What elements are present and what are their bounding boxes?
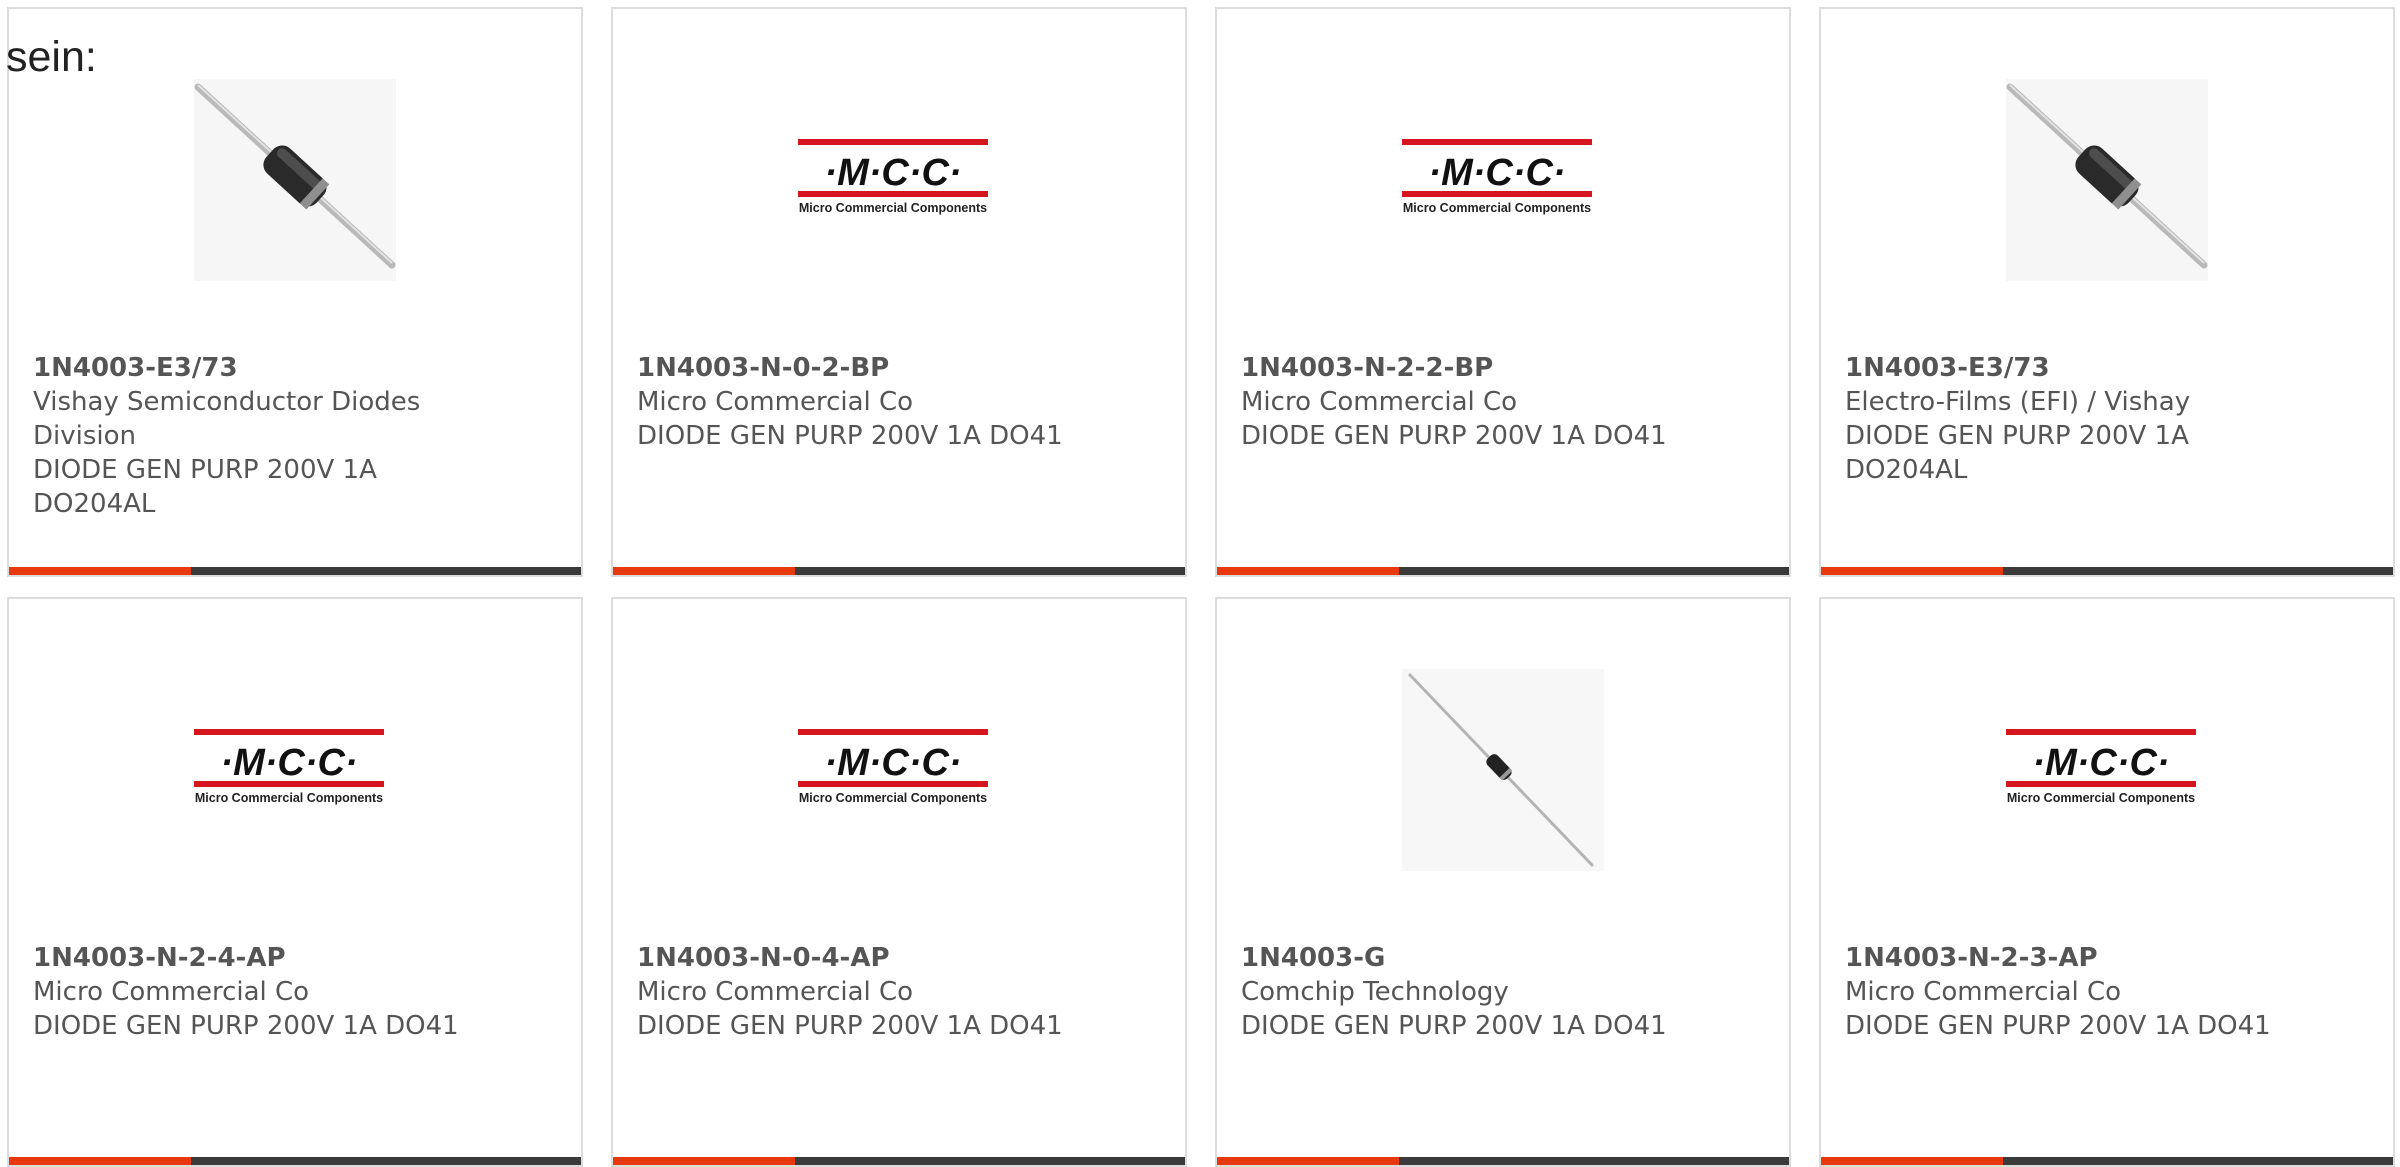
mcc-logo-image[interactable]: ·M·C·C· Micro Commercial Components — [798, 79, 1000, 281]
product-description: DIODE GEN PURP 200V 1A DO41 — [1845, 1011, 2271, 1041]
card-bottom-bar — [613, 567, 1185, 575]
card-accent-bar — [1821, 567, 2003, 575]
mcc-logo-tagline: Micro Commercial Components — [799, 201, 987, 215]
mcc-logo-tagline: Micro Commercial Components — [799, 791, 987, 805]
card-accent-bar — [1217, 567, 1399, 575]
manufacturer-name: Micro Commercial Co — [637, 387, 914, 417]
part-number-link[interactable]: 1N4003-N-2-4-AP — [33, 941, 557, 975]
mcc-logo-mark: ·M·C·C· — [1428, 152, 1565, 194]
mcc-logo-image[interactable]: ·M·C·C· Micro Commercial Components — [194, 669, 396, 871]
card-bottom-bar — [1217, 1157, 1789, 1165]
card-accent-bar — [9, 1157, 191, 1165]
product-card[interactable]: ·M·C·C· Micro Commercial Components 1N40… — [7, 597, 583, 1167]
mcc-logo-image[interactable]: ·M·C·C· Micro Commercial Components — [798, 669, 1000, 871]
mcc-logo-image[interactable]: ·M·C·C· Micro Commercial Components — [2006, 669, 2208, 871]
card-accent-bar — [9, 567, 191, 575]
mcc-logo-tagline: Micro Commercial Components — [195, 791, 383, 805]
card-accent-bar — [1217, 1157, 1399, 1165]
product-info: 1N4003-E3/73 Vishay Semiconductor Diodes… — [33, 351, 557, 521]
product-description: DIODE GEN PURP 200V 1A DO41 — [1241, 421, 1667, 451]
mcc-logo-mark: ·M·C·C· — [2032, 742, 2169, 784]
mcc-logo-mark: ·M·C·C· — [220, 742, 357, 784]
mcc-logo-tagline: Micro Commercial Components — [1403, 201, 1591, 215]
card-accent-bar — [613, 567, 795, 575]
product-description: DIODE GEN PURP 200V 1A DO41 — [637, 421, 1063, 451]
intro-text: sein: — [6, 33, 97, 81]
diode-image[interactable] — [1402, 669, 1604, 871]
card-bottom-bar — [9, 567, 581, 575]
product-card[interactable]: ·M·C·C· Micro Commercial Components 1N40… — [1819, 597, 2395, 1167]
card-accent-bar — [613, 1157, 795, 1165]
product-info: 1N4003-E3/73 Electro-Films (EFI) / Visha… — [1845, 351, 2369, 487]
mcc-logo-mark: ·M·C·C· — [824, 742, 961, 784]
card-bottom-bar — [9, 1157, 581, 1165]
manufacturer-name: Micro Commercial Co — [33, 977, 310, 1007]
part-number-link[interactable]: 1N4003-N-0-4-AP — [637, 941, 1161, 975]
card-bottom-bar — [1821, 567, 2393, 575]
product-card[interactable]: 1N4003-G Comchip Technology DIODE GEN PU… — [1215, 597, 1791, 1167]
product-description: DIODE GEN PURP 200V 1A DO204AL — [1845, 421, 2189, 485]
product-card[interactable]: ·M·C·C· Micro Commercial Components 1N40… — [611, 7, 1187, 577]
product-card[interactable]: ·M·C·C· Micro Commercial Components 1N40… — [611, 597, 1187, 1167]
part-number-link[interactable]: 1N4003-G — [1241, 941, 1765, 975]
product-info: 1N4003-N-2-2-BP Micro Commercial Co DIOD… — [1241, 351, 1765, 453]
card-bottom-bar — [1217, 567, 1789, 575]
diode-image[interactable] — [194, 79, 396, 281]
product-card[interactable]: 1N4003-E3/73 Vishay Semiconductor Diodes… — [7, 7, 583, 577]
diode-image[interactable] — [2006, 79, 2208, 281]
manufacturer-name: Micro Commercial Co — [1845, 977, 2122, 1007]
card-bottom-bar — [613, 1157, 1185, 1165]
product-description: DIODE GEN PURP 200V 1A DO41 — [1241, 1011, 1667, 1041]
mcc-logo-mark: ·M·C·C· — [824, 152, 961, 194]
part-number-link[interactable]: 1N4003-N-2-2-BP — [1241, 351, 1765, 385]
card-accent-bar — [1821, 1157, 2003, 1165]
product-info: 1N4003-G Comchip Technology DIODE GEN PU… — [1241, 941, 1765, 1043]
product-description: DIODE GEN PURP 200V 1A DO41 — [637, 1011, 1063, 1041]
part-number-link[interactable]: 1N4003-N-2-3-AP — [1845, 941, 2369, 975]
product-card[interactable]: ·M·C·C· Micro Commercial Components 1N40… — [1215, 7, 1791, 577]
card-bottom-bar — [1821, 1157, 2393, 1165]
product-info: 1N4003-N-0-4-AP Micro Commercial Co DIOD… — [637, 941, 1161, 1043]
manufacturer-name: Electro-Films (EFI) / Vishay — [1845, 387, 2191, 417]
product-grid: 1N4003-E3/73 Vishay Semiconductor Diodes… — [7, 7, 2400, 1167]
product-info: 1N4003-N-2-3-AP Micro Commercial Co DIOD… — [1845, 941, 2369, 1043]
product-description: DIODE GEN PURP 200V 1A DO204AL — [33, 455, 377, 519]
part-number-link[interactable]: 1N4003-E3/73 — [33, 351, 557, 385]
manufacturer-name: Comchip Technology — [1241, 977, 1509, 1007]
part-number-link[interactable]: 1N4003-E3/73 — [1845, 351, 2369, 385]
product-info: 1N4003-N-0-2-BP Micro Commercial Co DIOD… — [637, 351, 1161, 453]
mcc-logo-tagline: Micro Commercial Components — [2007, 791, 2195, 805]
product-description: DIODE GEN PURP 200V 1A DO41 — [33, 1011, 459, 1041]
part-number-link[interactable]: 1N4003-N-0-2-BP — [637, 351, 1161, 385]
product-card[interactable]: 1N4003-E3/73 Electro-Films (EFI) / Visha… — [1819, 7, 2395, 577]
product-info: 1N4003-N-2-4-AP Micro Commercial Co DIOD… — [33, 941, 557, 1043]
mcc-logo-image[interactable]: ·M·C·C· Micro Commercial Components — [1402, 79, 1604, 281]
manufacturer-name: Micro Commercial Co — [1241, 387, 1518, 417]
manufacturer-name: Micro Commercial Co — [637, 977, 914, 1007]
manufacturer-name: Vishay Semiconductor Diodes Division — [33, 387, 421, 451]
